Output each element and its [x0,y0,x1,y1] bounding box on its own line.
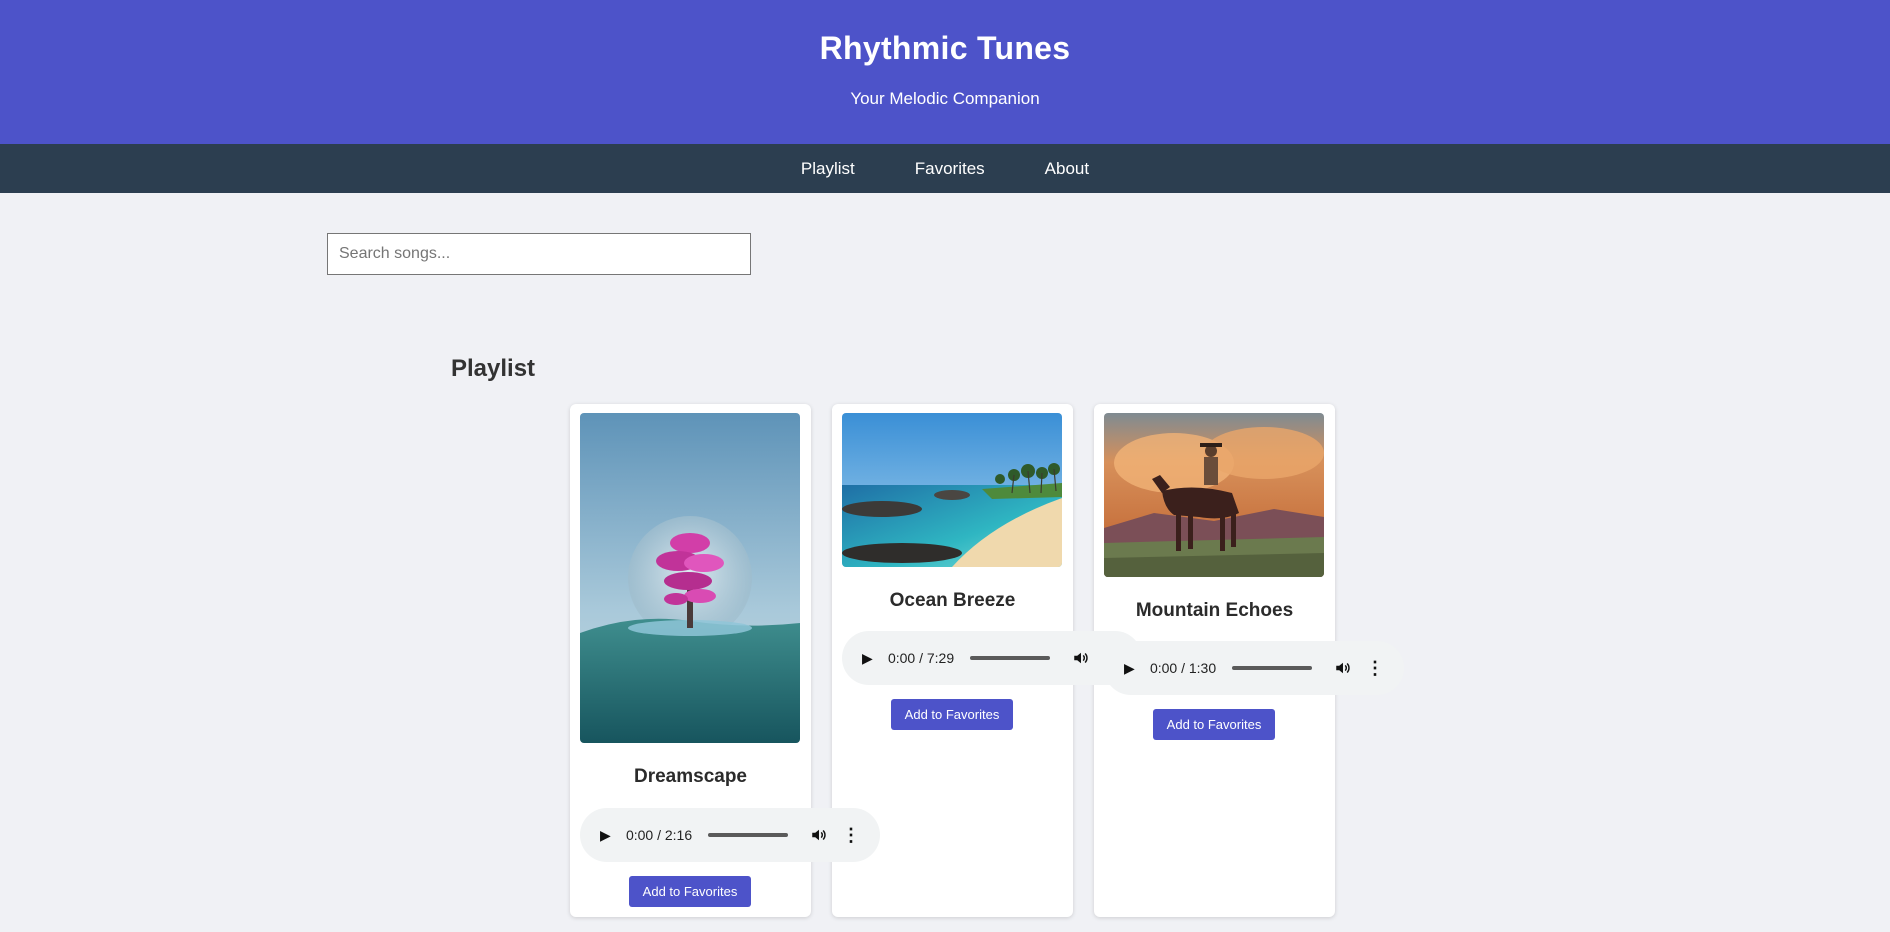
time-display: 0:00 / 1:30 [1149,660,1217,676]
audio-player: ▶ 0:00 / 7:29 ⋮ [842,631,1142,685]
search-input[interactable] [327,233,751,275]
seek-slider[interactable] [708,833,789,837]
volume-icon[interactable] [1072,649,1090,667]
play-icon[interactable]: ▶ [1124,660,1144,677]
more-options-icon[interactable]: ⋮ [842,826,860,844]
song-cover-image [842,413,1062,567]
add-to-favorites-button[interactable]: Add to Favorites [891,699,1013,730]
playlist-heading: Playlist [451,355,536,382]
song-title: Mountain Echoes [1135,600,1294,621]
volume-icon[interactable] [810,826,828,844]
song-title: Dreamscape [633,766,748,787]
nav-about-link[interactable]: About [1045,159,1089,179]
main-nav: Playlist Favorites About [0,144,1890,193]
audio-player: ▶ 0:00 / 1:30 ⋮ [1104,641,1404,695]
volume-icon[interactable] [1334,659,1352,677]
song-cover-image [580,413,800,743]
seek-slider[interactable] [1232,666,1313,670]
nav-playlist-link[interactable]: Playlist [801,159,855,179]
seek-slider[interactable] [970,656,1051,660]
song-title: Ocean Breeze [889,590,1016,611]
song-card: Mountain Echoes ▶ 0:00 / 1:30 ⋮ Add to F… [1094,404,1404,917]
time-display: 0:00 / 2:16 [625,827,693,843]
site-title: Rhythmic Tunes [819,30,1071,66]
audio-player: ▶ 0:00 / 2:16 ⋮ [580,808,880,862]
play-icon[interactable]: ▶ [862,650,882,667]
nav-favorites-link[interactable]: Favorites [915,159,985,179]
song-card: Dreamscape ▶ 0:00 / 2:16 ⋮ Add to Favori… [570,404,880,917]
more-options-icon[interactable]: ⋮ [1366,659,1384,677]
site-subtitle: Your Melodic Companion [850,89,1040,108]
add-to-favorites-button[interactable]: Add to Favorites [1153,709,1275,740]
play-icon[interactable]: ▶ [600,827,620,844]
time-display: 0:00 / 7:29 [887,650,955,666]
add-to-favorites-button[interactable]: Add to Favorites [629,876,751,907]
site-header: Rhythmic Tunes Your Melodic Companion [0,0,1890,144]
song-cover-image [1104,413,1324,577]
